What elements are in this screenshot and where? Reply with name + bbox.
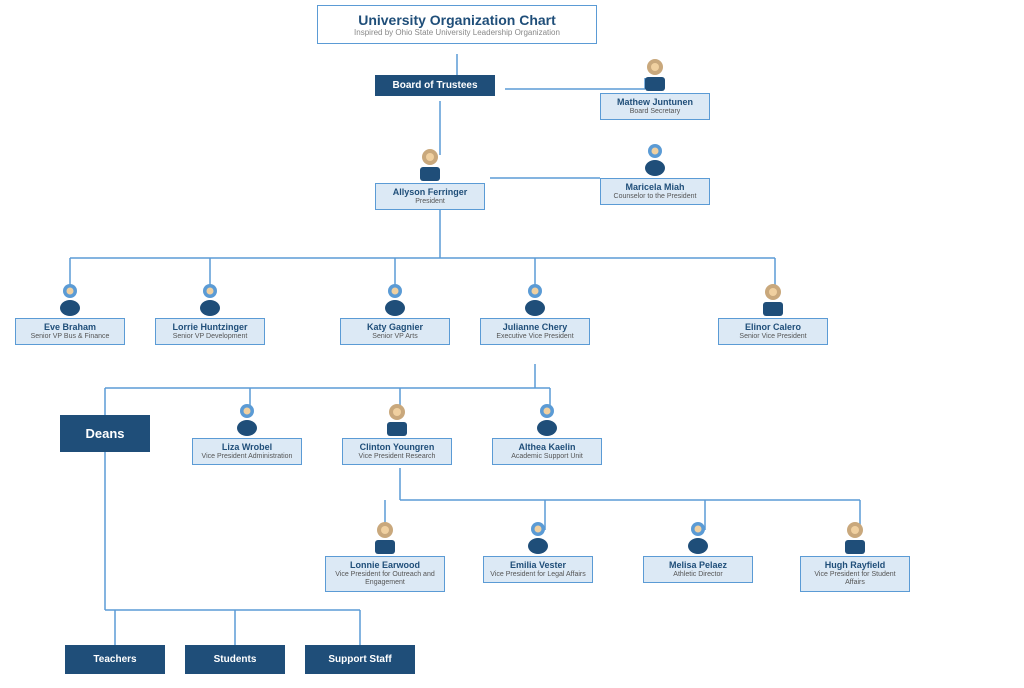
support-staff-box: Support Staff (305, 645, 415, 674)
melisa-node: Melisa Pelaez Athletic Director (643, 518, 753, 583)
maricela-node: Maricela Miah Counselor to the President (600, 140, 710, 205)
emilia-box: Emilia Vester Vice President for Legal A… (483, 556, 593, 583)
lonnie-box: Lonnie Earwood Vice President for Outrea… (325, 556, 445, 592)
eve-node: Eve Braham Senior VP Bus & Finance (15, 280, 125, 345)
chart-title: University Organization Chart (328, 12, 586, 28)
lorrie-node: Lorrie Huntzinger Senior VP Development (155, 280, 265, 345)
julianne-node: Julianne Chery Executive Vice President (480, 280, 590, 345)
hugh-node: Hugh Rayfield Vice President for Student… (800, 518, 910, 592)
liza-box: Liza Wrobel Vice President Administratio… (192, 438, 302, 465)
main-title: University Organization Chart Inspired b… (317, 5, 597, 44)
students-box: Students (185, 645, 285, 674)
katy-node: Katy Gagnier Senior VP Arts (340, 280, 450, 345)
lorrie-box: Lorrie Huntzinger Senior VP Development (155, 318, 265, 345)
clinton-node: Clinton Youngren Vice President Research (342, 400, 452, 465)
elinor-box: Elinor Calero Senior Vice President (718, 318, 828, 345)
hugh-box: Hugh Rayfield Vice President for Student… (800, 556, 910, 592)
liza-node: Liza Wrobel Vice President Administratio… (192, 400, 302, 465)
deans-box: Deans (60, 415, 150, 452)
althea-box: Althea Kaelin Academic Support Unit (492, 438, 602, 465)
maricela-box: Maricela Miah Counselor to the President (600, 178, 710, 205)
clinton-box: Clinton Youngren Vice President Research (342, 438, 452, 465)
allyson-box: Allyson Ferringer President (375, 183, 485, 210)
mathew-node: Mathew Juntunen Board Secretary (600, 55, 710, 120)
allyson-node: Allyson Ferringer President (375, 145, 485, 210)
org-chart: University Organization Chart Inspired b… (0, 0, 1024, 688)
elinor-node: Elinor Calero Senior Vice President (718, 280, 828, 345)
mathew-box: Mathew Juntunen Board Secretary (600, 93, 710, 120)
eve-box: Eve Braham Senior VP Bus & Finance (15, 318, 125, 345)
althea-node: Althea Kaelin Academic Support Unit (492, 400, 602, 465)
lonnie-node: Lonnie Earwood Vice President for Outrea… (325, 518, 445, 592)
katy-box: Katy Gagnier Senior VP Arts (340, 318, 450, 345)
board-box: Board of Trustees (375, 75, 495, 96)
emilia-node: Emilia Vester Vice President for Legal A… (483, 518, 593, 583)
chart-subtitle: Inspired by Ohio State University Leader… (328, 28, 586, 37)
teachers-box: Teachers (65, 645, 165, 674)
melisa-box: Melisa Pelaez Athletic Director (643, 556, 753, 583)
julianne-box: Julianne Chery Executive Vice President (480, 318, 590, 345)
